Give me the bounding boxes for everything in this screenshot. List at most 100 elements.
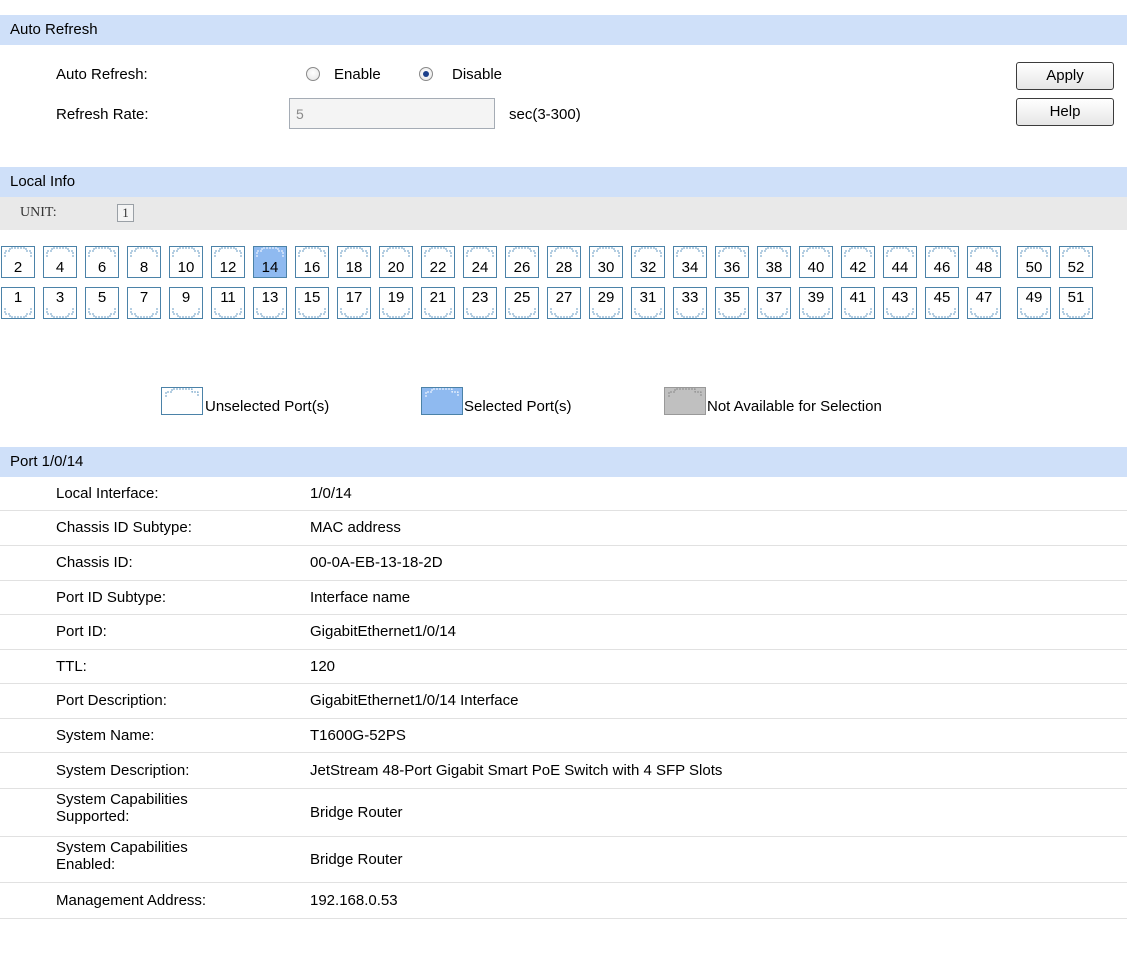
info-value: GigabitEthernet1/0/14 Interface — [310, 692, 519, 709]
refresh-rate-label: Refresh Rate: — [56, 106, 149, 123]
port-number: 42 — [849, 259, 867, 276]
apply-button[interactable]: Apply — [1016, 62, 1114, 90]
port-36[interactable]: 36 — [715, 246, 749, 278]
port-19[interactable]: 19 — [379, 287, 413, 319]
port-31[interactable]: 31 — [631, 287, 665, 319]
unselected-port-icon — [161, 387, 203, 415]
info-value: MAC address — [310, 519, 401, 536]
info-label: System Name: — [56, 727, 155, 744]
port-24[interactable]: 24 — [463, 246, 497, 278]
port-33[interactable]: 33 — [673, 287, 707, 319]
port-number: 1 — [13, 289, 23, 306]
port-11[interactable]: 11 — [211, 287, 245, 319]
refresh-rate-input[interactable] — [289, 98, 495, 129]
info-label: Local Interface: — [56, 485, 159, 502]
port-39[interactable]: 39 — [799, 287, 833, 319]
port-number: 40 — [807, 259, 825, 276]
info-value: 120 — [310, 658, 336, 675]
port-23[interactable]: 23 — [463, 287, 497, 319]
legend-unselected-label: Unselected Port(s) — [205, 398, 330, 415]
port-38[interactable]: 38 — [757, 246, 791, 278]
port-44[interactable]: 44 — [883, 246, 917, 278]
info-label: System Capabilities Supported: — [56, 791, 188, 825]
auto-refresh-label: Auto Refresh: — [56, 66, 148, 83]
port-number: 28 — [555, 259, 573, 276]
info-label: Management Address: — [56, 892, 207, 909]
info-label: Port ID: — [56, 623, 107, 640]
port-46[interactable]: 46 — [925, 246, 959, 278]
port-5[interactable]: 5 — [85, 287, 119, 319]
port-number: 9 — [181, 289, 191, 306]
port-17[interactable]: 17 — [337, 287, 371, 319]
port-28[interactable]: 28 — [547, 246, 581, 278]
port-number: 51 — [1067, 289, 1085, 306]
port-50[interactable]: 50 — [1017, 246, 1051, 278]
port-40[interactable]: 40 — [799, 246, 833, 278]
port-number: 38 — [765, 259, 783, 276]
port-45[interactable]: 45 — [925, 287, 959, 319]
port-number: 3 — [55, 289, 65, 306]
port-47[interactable]: 47 — [967, 287, 1001, 319]
port-26[interactable]: 26 — [505, 246, 539, 278]
port-51[interactable]: 51 — [1059, 287, 1093, 319]
port-25[interactable]: 25 — [505, 287, 539, 319]
port-29[interactable]: 29 — [589, 287, 623, 319]
port-15[interactable]: 15 — [295, 287, 329, 319]
port-10[interactable]: 10 — [169, 246, 203, 278]
port-34[interactable]: 34 — [673, 246, 707, 278]
port-42[interactable]: 42 — [841, 246, 875, 278]
port-6[interactable]: 6 — [85, 246, 119, 278]
port-37[interactable]: 37 — [757, 287, 791, 319]
port-2[interactable]: 2 — [1, 246, 35, 278]
info-value: JetStream 48-Port Gigabit Smart PoE Swit… — [310, 762, 723, 779]
unit-selector[interactable]: 1 — [117, 204, 134, 222]
port-number: 11 — [220, 289, 236, 306]
port-number: 12 — [219, 259, 237, 276]
port-13[interactable]: 13 — [253, 287, 287, 319]
port-number: 32 — [639, 259, 657, 276]
port-number: 17 — [345, 289, 363, 306]
port-number: 37 — [765, 289, 783, 306]
port-number: 10 — [177, 259, 195, 276]
port-43[interactable]: 43 — [883, 287, 917, 319]
port-number: 41 — [849, 289, 867, 306]
enable-radio[interactable] — [306, 67, 320, 81]
port-9[interactable]: 9 — [169, 287, 203, 319]
port-8[interactable]: 8 — [127, 246, 161, 278]
info-label: Port Description: — [56, 692, 167, 709]
info-row: System Capabilities Enabled: Bridge Route… — [0, 836, 1127, 883]
port-30[interactable]: 30 — [589, 246, 623, 278]
port-41[interactable]: 41 — [841, 287, 875, 319]
help-button[interactable]: Help — [1016, 98, 1114, 126]
port-18[interactable]: 18 — [337, 246, 371, 278]
port-number: 27 — [555, 289, 573, 306]
port-22[interactable]: 22 — [421, 246, 455, 278]
port-49[interactable]: 49 — [1017, 287, 1051, 319]
port-1[interactable]: 1 — [1, 287, 35, 319]
port-3[interactable]: 3 — [43, 287, 77, 319]
port-7[interactable]: 7 — [127, 287, 161, 319]
info-row: Chassis ID Subtype: MAC address — [0, 510, 1127, 546]
info-label: Chassis ID: — [56, 554, 133, 571]
port-27[interactable]: 27 — [547, 287, 581, 319]
port-14[interactable]: 14 — [253, 246, 287, 278]
port-48[interactable]: 48 — [967, 246, 1001, 278]
info-value: GigabitEthernet1/0/14 — [310, 623, 456, 640]
port-52[interactable]: 52 — [1059, 246, 1093, 278]
port-20[interactable]: 20 — [379, 246, 413, 278]
port-32[interactable]: 32 — [631, 246, 665, 278]
disable-radio[interactable] — [419, 67, 433, 81]
port-35[interactable]: 35 — [715, 287, 749, 319]
port-4[interactable]: 4 — [43, 246, 77, 278]
port-12[interactable]: 12 — [211, 246, 245, 278]
port-16[interactable]: 16 — [295, 246, 329, 278]
info-value: Interface name — [310, 589, 411, 606]
unit-bar: UNIT: 1 — [0, 197, 1127, 230]
info-label: System Description: — [56, 762, 190, 779]
port-number: 36 — [723, 259, 741, 276]
port-21[interactable]: 21 — [421, 287, 455, 319]
legend-selected-label: Selected Port(s) — [464, 398, 572, 415]
info-row: Port ID: GigabitEthernet1/0/14 — [0, 614, 1127, 650]
info-row: Port Description: GigabitEthernet1/0/14 I… — [0, 683, 1127, 719]
info-value: 00-0A-EB-13-18-2D — [310, 554, 443, 571]
